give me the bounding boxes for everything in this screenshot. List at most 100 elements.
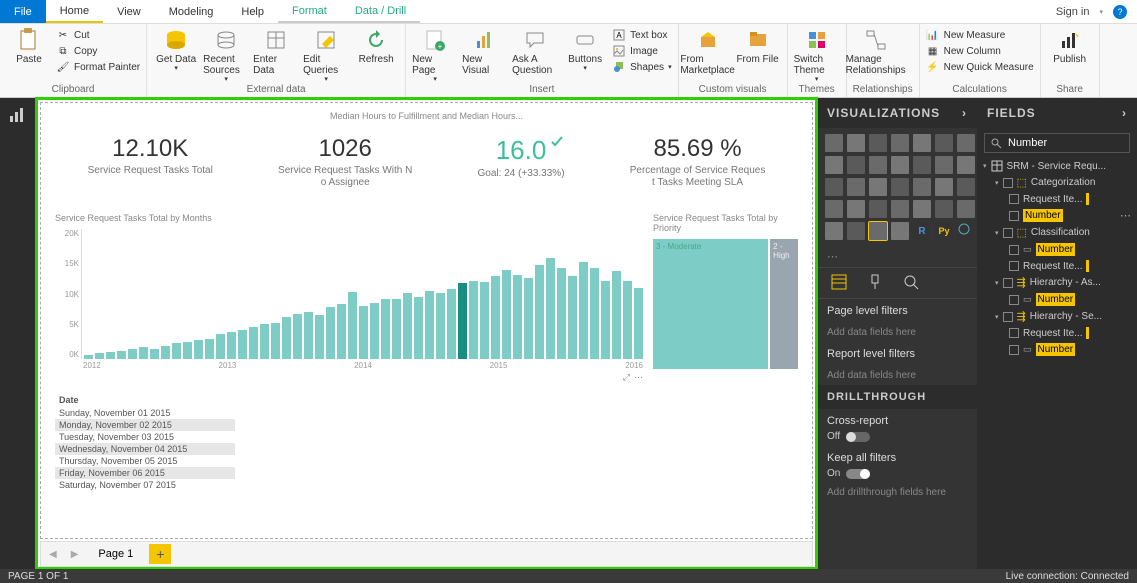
bar[interactable] bbox=[117, 351, 126, 359]
bar[interactable] bbox=[95, 353, 104, 359]
search-input[interactable] bbox=[1008, 137, 1137, 149]
viz-type-icon[interactable] bbox=[847, 134, 865, 152]
kpi-card[interactable]: 85.69 %Percentage of Service Request Tas… bbox=[630, 135, 766, 189]
fields-search[interactable] bbox=[985, 134, 1129, 152]
viz-type-icon[interactable] bbox=[847, 222, 865, 240]
bar[interactable] bbox=[601, 281, 610, 359]
field-row[interactable]: Request Ite... bbox=[981, 258, 1133, 274]
page-tab-1[interactable]: Page 1 bbox=[88, 546, 143, 562]
enter-data-button[interactable]: Enter Data bbox=[253, 28, 299, 76]
bar[interactable] bbox=[480, 282, 489, 359]
bar[interactable] bbox=[579, 262, 588, 360]
bar[interactable] bbox=[348, 292, 357, 359]
table-node[interactable]: ▾ SRM - Service Requ... bbox=[981, 158, 1133, 174]
field-row[interactable]: ▭Number bbox=[981, 291, 1133, 308]
treemap-tile[interactable]: 3 - Moderate bbox=[653, 239, 768, 369]
bar[interactable] bbox=[326, 307, 335, 359]
refresh-button[interactable]: Refresh bbox=[353, 28, 399, 65]
bar[interactable] bbox=[359, 306, 368, 359]
viz-type-icon[interactable] bbox=[847, 156, 865, 174]
collapse-viz-icon[interactable]: › bbox=[962, 106, 967, 120]
report-canvas[interactable]: Median Hours to Fulfillment and Median H… bbox=[40, 102, 813, 539]
viz-type-icon[interactable] bbox=[913, 156, 931, 174]
bar[interactable] bbox=[172, 343, 181, 359]
viz-type-icon[interactable] bbox=[869, 222, 887, 240]
viz-type-icon[interactable] bbox=[891, 134, 909, 152]
field-row[interactable]: ▾⬚Classification bbox=[981, 224, 1133, 241]
copy-button[interactable]: ⧉Copy bbox=[56, 44, 140, 58]
bar[interactable] bbox=[546, 258, 555, 359]
expand-icon[interactable]: ▾ bbox=[983, 162, 987, 170]
viz-type-icon[interactable] bbox=[957, 222, 975, 240]
cross-report-toggle[interactable]: Off bbox=[817, 427, 977, 446]
bar[interactable] bbox=[150, 349, 159, 359]
get-data-button[interactable]: Get Data▾ bbox=[153, 28, 199, 73]
bar[interactable] bbox=[502, 270, 511, 359]
new-measure-button[interactable]: 📊New Measure bbox=[926, 28, 1034, 42]
date-row[interactable]: Saturday, November 07 2015 bbox=[55, 479, 235, 491]
tab-home[interactable]: Home bbox=[46, 0, 103, 23]
bar[interactable] bbox=[216, 334, 225, 359]
help-icon[interactable]: ? bbox=[1113, 5, 1127, 19]
report-view-icon[interactable] bbox=[8, 106, 28, 126]
bar[interactable] bbox=[315, 315, 324, 359]
bar[interactable] bbox=[249, 327, 258, 360]
viz-type-icon[interactable] bbox=[935, 200, 953, 218]
viz-type-icon[interactable] bbox=[847, 200, 865, 218]
bar[interactable] bbox=[337, 304, 346, 359]
tab-datadrill[interactable]: Data / Drill bbox=[341, 0, 420, 23]
format-tool-icon[interactable] bbox=[867, 274, 885, 292]
field-row[interactable]: ▾⇶Hierarchy - As... bbox=[981, 274, 1133, 291]
kpi-card[interactable]: 16.0Goal: 24 (+33.33%) bbox=[478, 135, 565, 189]
bar[interactable] bbox=[491, 276, 500, 359]
date-slicer[interactable]: Date Sunday, November 01 2015Monday, Nov… bbox=[55, 393, 235, 491]
report-filters-drop[interactable]: Add data fields here bbox=[817, 366, 977, 385]
bar[interactable] bbox=[568, 276, 577, 359]
chevron-down-icon[interactable]: ▾ bbox=[1099, 8, 1103, 16]
new-page-button[interactable]: +New Page▾ bbox=[412, 28, 458, 84]
bar[interactable] bbox=[139, 347, 148, 359]
viz-more-icon[interactable]: ⋯ bbox=[817, 246, 977, 267]
chart-expand-icon[interactable]: ⤢ bbox=[623, 372, 630, 383]
from-file-button[interactable]: From File bbox=[735, 28, 781, 65]
kpi-card[interactable]: 1026Service Request Tasks With No Assign… bbox=[278, 135, 412, 189]
bar[interactable] bbox=[535, 265, 544, 359]
quick-measure-button[interactable]: ⚡New Quick Measure bbox=[926, 60, 1034, 74]
viz-type-icon[interactable] bbox=[825, 222, 843, 240]
textbox-button[interactable]: AText box bbox=[612, 28, 671, 42]
viz-type-icon[interactable] bbox=[891, 178, 909, 196]
viz-type-icon[interactable] bbox=[869, 134, 887, 152]
viz-type-icon[interactable] bbox=[935, 156, 953, 174]
bar[interactable] bbox=[304, 312, 313, 359]
cut-button[interactable]: ✂Cut bbox=[56, 28, 140, 42]
field-row[interactable]: ▭Number bbox=[981, 341, 1133, 358]
viz-type-icon[interactable] bbox=[935, 178, 953, 196]
field-row[interactable]: Request Ite... bbox=[981, 325, 1133, 341]
viz-type-icon[interactable] bbox=[891, 156, 909, 174]
bar[interactable] bbox=[557, 268, 566, 359]
viz-type-icon[interactable] bbox=[957, 200, 975, 218]
date-row[interactable]: Friday, November 06 2015 bbox=[55, 467, 235, 479]
new-column-button[interactable]: ▦New Column bbox=[926, 44, 1034, 58]
viz-type-icon[interactable] bbox=[825, 178, 843, 196]
bar[interactable] bbox=[205, 339, 214, 359]
buttons-button[interactable]: Buttons▾ bbox=[562, 28, 608, 73]
bar[interactable] bbox=[524, 278, 533, 359]
bar-chart[interactable] bbox=[81, 229, 643, 359]
bar[interactable] bbox=[469, 281, 478, 359]
bar[interactable] bbox=[128, 349, 137, 359]
bar[interactable] bbox=[513, 275, 522, 360]
manage-relationships-button[interactable]: Manage Relationships bbox=[853, 28, 899, 76]
viz-type-icon[interactable] bbox=[913, 200, 931, 218]
bar[interactable] bbox=[403, 293, 412, 359]
viz-type-icon[interactable] bbox=[957, 178, 975, 196]
viz-type-icon[interactable]: Py bbox=[935, 222, 953, 240]
from-marketplace-button[interactable]: From Marketplace bbox=[685, 28, 731, 76]
date-row[interactable]: Wednesday, November 04 2015 bbox=[55, 443, 235, 455]
viz-type-icon[interactable] bbox=[825, 156, 843, 174]
shapes-button[interactable]: Shapes▾ bbox=[612, 60, 671, 74]
image-button[interactable]: Image bbox=[612, 44, 671, 58]
bar[interactable] bbox=[161, 346, 170, 359]
page-prev[interactable]: ◀ bbox=[45, 549, 61, 560]
tab-modeling[interactable]: Modeling bbox=[155, 0, 228, 23]
